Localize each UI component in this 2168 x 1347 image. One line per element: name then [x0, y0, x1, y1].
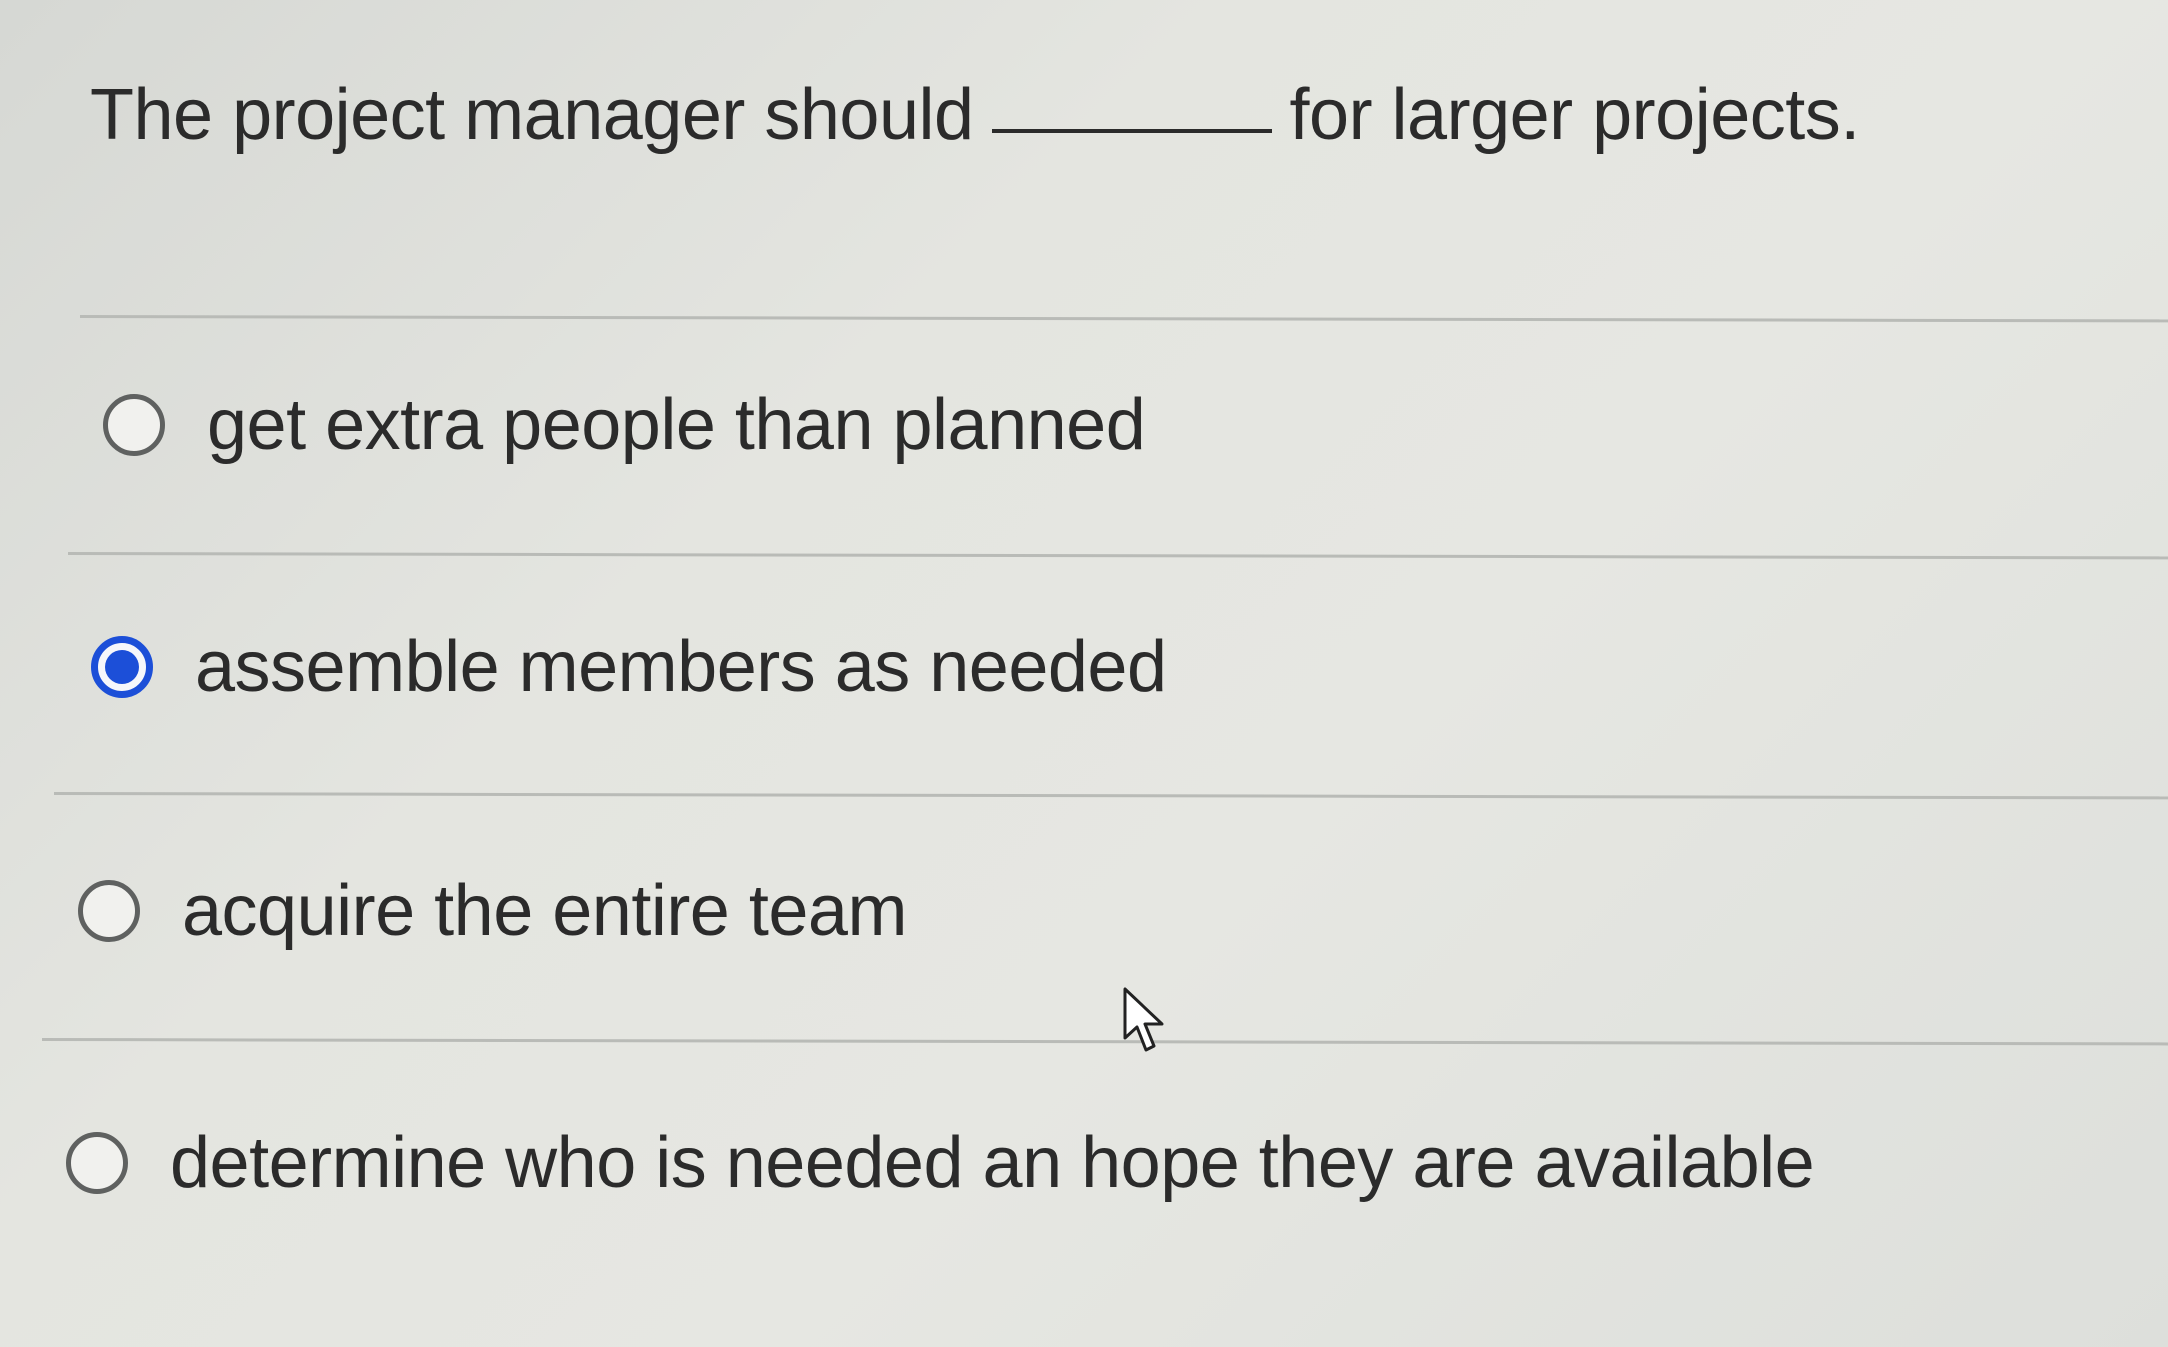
option-determine-who-is-needed[interactable]: determine who is needed an hope they are… — [66, 1118, 1815, 1208]
question-text-before-blank: The project manager should — [90, 75, 974, 155]
divider — [67, 552, 2168, 560]
option-assemble-members[interactable]: assemble members as needed — [91, 622, 1167, 712]
option-label: assemble members as needed — [195, 627, 1167, 707]
option-label: get extra people than planned — [207, 385, 1146, 465]
option-get-extra-people[interactable]: get extra people than planned — [103, 380, 1146, 470]
divider — [53, 792, 2168, 800]
mouse-pointer-icon — [1123, 987, 1164, 1052]
radio-button[interactable] — [66, 1132, 128, 1194]
question-text-after-blank: for larger projects. — [1289, 75, 1861, 155]
option-label: determine who is needed an hope they are… — [170, 1123, 1815, 1203]
option-label: acquire the entire team — [182, 871, 907, 951]
radio-button-selected[interactable] — [91, 636, 153, 698]
divider — [79, 315, 2168, 323]
radio-button[interactable] — [103, 394, 165, 456]
radio-button[interactable] — [78, 880, 140, 942]
question-text: The project manager should for larger pro… — [90, 70, 1860, 160]
answer-blank — [991, 129, 1272, 133]
divider — [41, 1038, 2168, 1046]
option-acquire-entire-team[interactable]: acquire the entire team — [78, 866, 907, 956]
